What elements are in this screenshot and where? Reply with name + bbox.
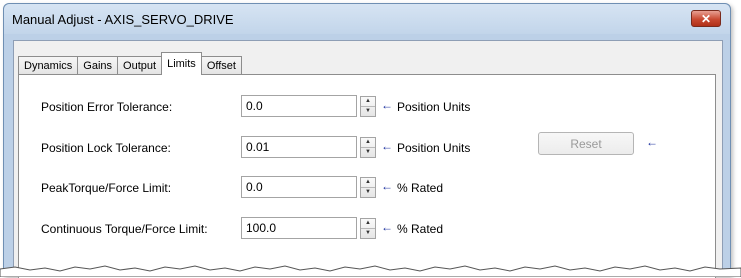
position-lock-tolerance-label: Position Lock Tolerance:: [41, 141, 171, 155]
tab-offset[interactable]: Offset: [200, 56, 242, 75]
spin-up-icon[interactable]: ▲: [361, 219, 375, 229]
tab-label: Limits: [167, 58, 196, 70]
reset-button-label: Reset: [570, 136, 602, 151]
position-lock-tolerance-input[interactable]: [241, 136, 357, 158]
spin-down-icon[interactable]: ▼: [361, 188, 375, 198]
spin-down-icon[interactable]: ▼: [361, 229, 375, 239]
spin-down-icon[interactable]: ▼: [361, 107, 375, 117]
tab-limits[interactable]: Limits: [161, 52, 202, 75]
arrow-left-icon: ←: [646, 135, 658, 149]
tab-output[interactable]: Output: [117, 56, 163, 75]
position-error-tolerance-input[interactable]: [241, 95, 357, 117]
torn-edge-decoration: [0, 265, 741, 277]
peak-torque-limit-input[interactable]: [241, 176, 357, 198]
arrow-left-icon: ←: [381, 98, 393, 112]
position-error-tolerance-label: Position Error Tolerance:: [41, 100, 173, 114]
tab-label: Offset: [206, 60, 236, 72]
spin-up-icon[interactable]: ▲: [361, 97, 375, 107]
close-icon: ✕: [700, 11, 712, 26]
tab-label: Output: [123, 60, 157, 72]
dialog-client-area: Dynamics Gains Output Limits Offset Posi…: [13, 40, 723, 278]
manual-adjust-window: Manual Adjust - AXIS_SERVO_DRIVE ✕ Dynam…: [3, 3, 731, 278]
continuous-torque-limit-spinner[interactable]: ▲ ▼: [360, 218, 376, 239]
peak-torque-limit-spinner[interactable]: ▲ ▼: [360, 177, 376, 198]
tab-strip: Dynamics Gains Output Limits Offset: [18, 52, 242, 75]
position-lock-tolerance-spinner[interactable]: ▲ ▼: [360, 137, 376, 158]
peak-torque-limit-label: PeakTorque/Force Limit:: [41, 181, 172, 195]
limits-panel: Position Error Tolerance: ▲ ▼ ← Position…: [18, 74, 716, 278]
arrow-left-icon: ←: [381, 179, 393, 193]
spin-up-icon[interactable]: ▲: [361, 138, 375, 148]
position-error-tolerance-spinner[interactable]: ▲ ▼: [360, 96, 376, 117]
tab-label: Gains: [83, 60, 113, 72]
continuous-torque-limit-row: Continuous Torque/Force Limit: ▲ ▼ ← % R…: [19, 217, 715, 239]
window-title: Manual Adjust - AXIS_SERVO_DRIVE: [12, 12, 234, 27]
spin-up-icon[interactable]: ▲: [361, 178, 375, 188]
tab-gains[interactable]: Gains: [77, 56, 119, 75]
reset-button[interactable]: Reset: [538, 132, 634, 155]
units-label: % Rated: [397, 222, 444, 236]
arrow-left-icon: ←: [381, 139, 393, 153]
title-bar[interactable]: Manual Adjust - AXIS_SERVO_DRIVE ✕: [4, 4, 730, 34]
continuous-torque-limit-input[interactable]: [241, 217, 357, 239]
peak-torque-limit-row: PeakTorque/Force Limit: ▲ ▼ ← % Rated: [19, 176, 715, 198]
units-label: Position Units: [397, 141, 471, 155]
tab-label: Dynamics: [24, 60, 73, 72]
units-label: Position Units: [397, 100, 471, 114]
continuous-torque-limit-label: Continuous Torque/Force Limit:: [41, 222, 208, 236]
units-label: % Rated: [397, 181, 444, 195]
position-error-tolerance-row: Position Error Tolerance: ▲ ▼ ← Position…: [19, 95, 715, 117]
spin-down-icon[interactable]: ▼: [361, 148, 375, 158]
close-button[interactable]: ✕: [691, 10, 721, 27]
arrow-left-icon: ←: [381, 220, 393, 234]
tab-dynamics[interactable]: Dynamics: [18, 56, 79, 75]
